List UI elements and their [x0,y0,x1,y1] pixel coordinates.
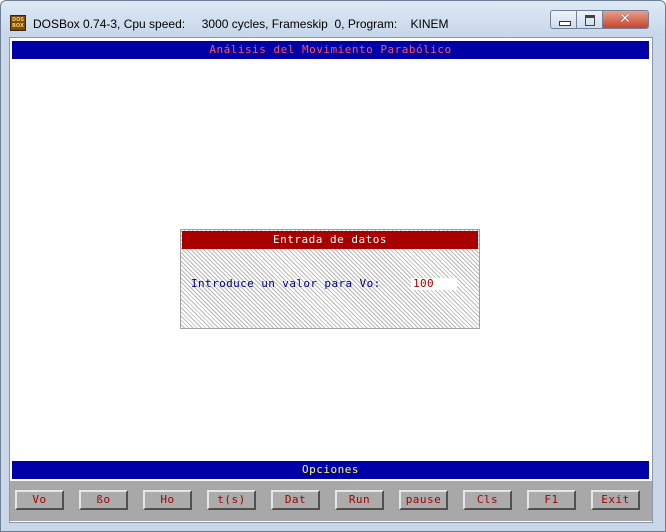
cls-button[interactable]: Cls [463,490,512,510]
time-button[interactable]: t(s) [207,490,256,510]
button-toolbar: Vo ßo Ho t(s) Dat Run pause Cls F1 Exit [10,481,652,521]
dialog-title-bar: Entrada de datos [182,231,478,249]
close-icon: ✕ [619,11,631,27]
beta0-button[interactable]: ßo [79,490,128,510]
options-bar: Opciones [12,461,649,479]
dosbox-app-icon[interactable]: DOS BOX [10,15,26,31]
header-bar: Análisis del Movimiento Parabólico [12,41,649,59]
options-title: Opciones [302,463,359,476]
maximize-button[interactable] [577,10,603,29]
minimize-icon [559,21,571,26]
page-title: Análisis del Movimiento Parabólico [209,43,452,56]
ho-button[interactable]: Ho [143,490,192,510]
vo-prompt-label: Introduce un valor para Vo: [191,277,381,290]
maximize-icon [585,15,595,26]
exit-button[interactable]: Exit [591,490,640,510]
data-entry-dialog: Entrada de datos Introduce un valor para… [180,229,480,329]
dialog-title: Entrada de datos [273,233,387,246]
close-button[interactable]: ✕ [603,10,649,29]
window-title: DOSBox 0.74-3, Cpu speed: 3000 cycles, F… [33,17,449,31]
title-bar[interactable]: DOS BOX DOSBox 0.74-3, Cpu speed: 3000 c… [1,1,665,35]
vo-button[interactable]: Vo [15,490,64,510]
vo-input[interactable] [411,278,457,290]
minimize-button[interactable] [550,10,577,29]
dat-button[interactable]: Dat [271,490,320,510]
pause-button[interactable]: pause [399,490,448,510]
run-button[interactable]: Run [335,490,384,510]
f1-button[interactable]: F1 [527,490,576,510]
